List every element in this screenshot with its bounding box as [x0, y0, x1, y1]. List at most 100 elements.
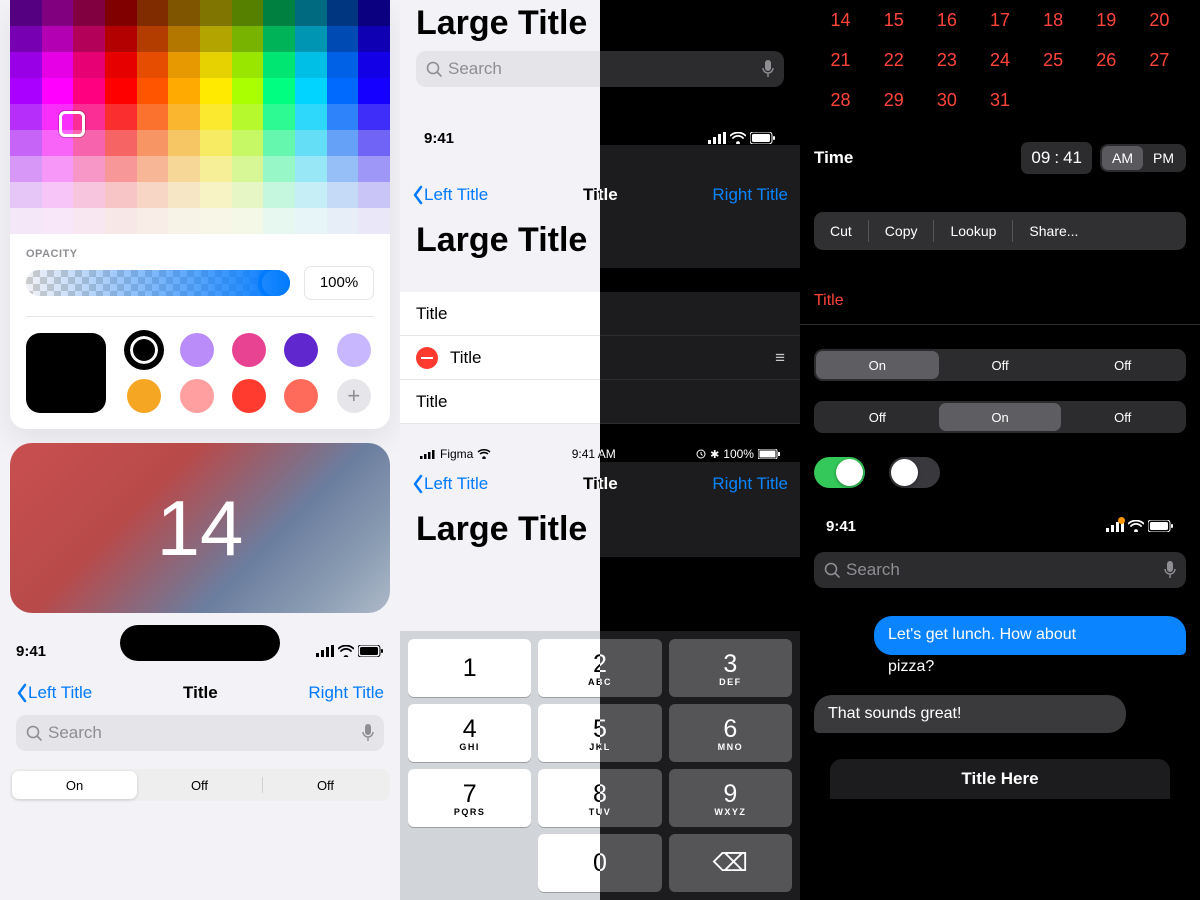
color-cell[interactable]	[73, 78, 105, 104]
color-cell[interactable]	[327, 130, 359, 156]
color-cell[interactable]	[327, 156, 359, 182]
color-cell[interactable]	[263, 182, 295, 208]
color-cell[interactable]	[200, 182, 232, 208]
color-cell[interactable]	[232, 156, 264, 182]
color-cell[interactable]	[200, 0, 232, 26]
calendar-day[interactable]: 16	[920, 0, 973, 40]
color-cell[interactable]	[105, 26, 137, 52]
color-cell[interactable]	[263, 52, 295, 78]
calendar-day[interactable]: 20	[1133, 0, 1186, 40]
color-cell[interactable]	[73, 52, 105, 78]
color-cell[interactable]	[327, 208, 359, 234]
drag-handle-icon[interactable]: ≡	[775, 348, 784, 368]
color-cell[interactable]	[105, 78, 137, 104]
calendar-month-view[interactable]: 141516171819202122232425262728293031	[800, 0, 1200, 130]
search-field[interactable]: Search	[16, 715, 384, 751]
calendar-day[interactable]: 18	[1027, 0, 1080, 40]
color-cell[interactable]	[168, 130, 200, 156]
calendar-day[interactable]: 22	[867, 40, 920, 80]
keypad-key-7[interactable]: 7PQRS	[408, 769, 531, 827]
color-cell[interactable]	[327, 182, 359, 208]
opacity-slider[interactable]	[26, 270, 290, 296]
color-cell[interactable]	[263, 156, 295, 182]
color-cell[interactable]	[42, 182, 74, 208]
color-cell[interactable]	[295, 130, 327, 156]
color-cell[interactable]	[327, 78, 359, 104]
color-cell[interactable]	[200, 156, 232, 182]
swatch-coral[interactable]	[284, 379, 318, 413]
color-cell[interactable]	[358, 52, 390, 78]
color-grid[interactable]: // generate grid cells inline at render …	[10, 0, 390, 234]
calendar-day[interactable]: 26	[1080, 40, 1133, 80]
segment[interactable]: On	[939, 403, 1062, 431]
color-cell[interactable]	[263, 130, 295, 156]
microphone-icon[interactable]	[762, 60, 774, 78]
message-bubble-received[interactable]: That sounds great!	[814, 695, 1126, 734]
context-menu[interactable]: Cut Copy Lookup Share...	[814, 212, 1186, 250]
color-cell[interactable]	[10, 104, 42, 130]
color-cell[interactable]	[10, 208, 42, 234]
calendar-day[interactable]: 25	[1027, 40, 1080, 80]
pm-option[interactable]: PM	[1143, 146, 1184, 170]
segment-on[interactable]: On	[12, 771, 137, 799]
calendar-day[interactable]: 31	[973, 80, 1026, 120]
color-cell[interactable]	[263, 208, 295, 234]
color-cell[interactable]	[327, 52, 359, 78]
color-cell[interactable]	[137, 208, 169, 234]
color-cell[interactable]	[263, 0, 295, 26]
color-cell[interactable]	[137, 104, 169, 130]
color-cell[interactable]	[200, 104, 232, 130]
nav-left-button[interactable]: Left Title	[412, 474, 488, 494]
color-cell[interactable]	[73, 208, 105, 234]
keypad-key-4[interactable]: 4GHI	[408, 704, 531, 762]
color-cell[interactable]	[137, 156, 169, 182]
color-cell[interactable]	[232, 130, 264, 156]
ampm-segmented[interactable]: AM PM	[1100, 144, 1186, 172]
keypad-key-1[interactable]: 1	[408, 639, 531, 697]
color-cell[interactable]	[137, 130, 169, 156]
color-cell[interactable]	[358, 208, 390, 234]
color-cell[interactable]	[10, 182, 42, 208]
color-cell[interactable]	[232, 104, 264, 130]
calendar-day[interactable]: 21	[814, 40, 867, 80]
color-cell[interactable]	[168, 104, 200, 130]
color-cell[interactable]	[200, 52, 232, 78]
color-cell[interactable]	[168, 78, 200, 104]
calendar-day[interactable]: 29	[867, 80, 920, 120]
ctx-cut[interactable]: Cut	[814, 223, 868, 239]
color-cell[interactable]	[73, 0, 105, 26]
color-cell[interactable]	[168, 0, 200, 26]
color-cell[interactable]	[327, 104, 359, 130]
color-cell[interactable]	[358, 104, 390, 130]
nav-right-button[interactable]: Right Title	[712, 185, 788, 205]
toggle-off[interactable]	[889, 457, 940, 488]
color-cell[interactable]	[105, 104, 137, 130]
color-cell[interactable]	[168, 52, 200, 78]
microphone-icon[interactable]	[1164, 561, 1176, 579]
color-cell[interactable]	[295, 0, 327, 26]
color-cell[interactable]	[263, 78, 295, 104]
color-cell[interactable]	[295, 104, 327, 130]
segment-off-2[interactable]: Off	[263, 771, 388, 799]
color-cell[interactable]	[42, 156, 74, 182]
color-cell[interactable]	[358, 130, 390, 156]
color-cell[interactable]	[42, 208, 74, 234]
nav-left-button[interactable]: Left Title	[412, 185, 488, 205]
segmented-control-dark-2[interactable]: Off On Off	[814, 401, 1186, 433]
nav-right-button[interactable]: Right Title	[308, 683, 384, 703]
color-cell[interactable]	[232, 208, 264, 234]
color-cell[interactable]	[10, 130, 42, 156]
color-cell[interactable]	[168, 208, 200, 234]
calendar-day[interactable]: 23	[920, 40, 973, 80]
swatch-lavender[interactable]	[180, 333, 214, 367]
color-cell[interactable]	[232, 26, 264, 52]
color-cell[interactable]	[263, 26, 295, 52]
color-cell[interactable]	[105, 208, 137, 234]
color-cell[interactable]	[105, 130, 137, 156]
keypad-key-6[interactable]: 6MNO	[669, 704, 792, 762]
color-cell[interactable]	[200, 130, 232, 156]
segmented-control-light[interactable]: On Off Off	[10, 769, 390, 801]
color-cell[interactable]	[105, 182, 137, 208]
add-swatch-button[interactable]: +	[337, 379, 371, 413]
time-value[interactable]: 09:41	[1021, 142, 1092, 174]
